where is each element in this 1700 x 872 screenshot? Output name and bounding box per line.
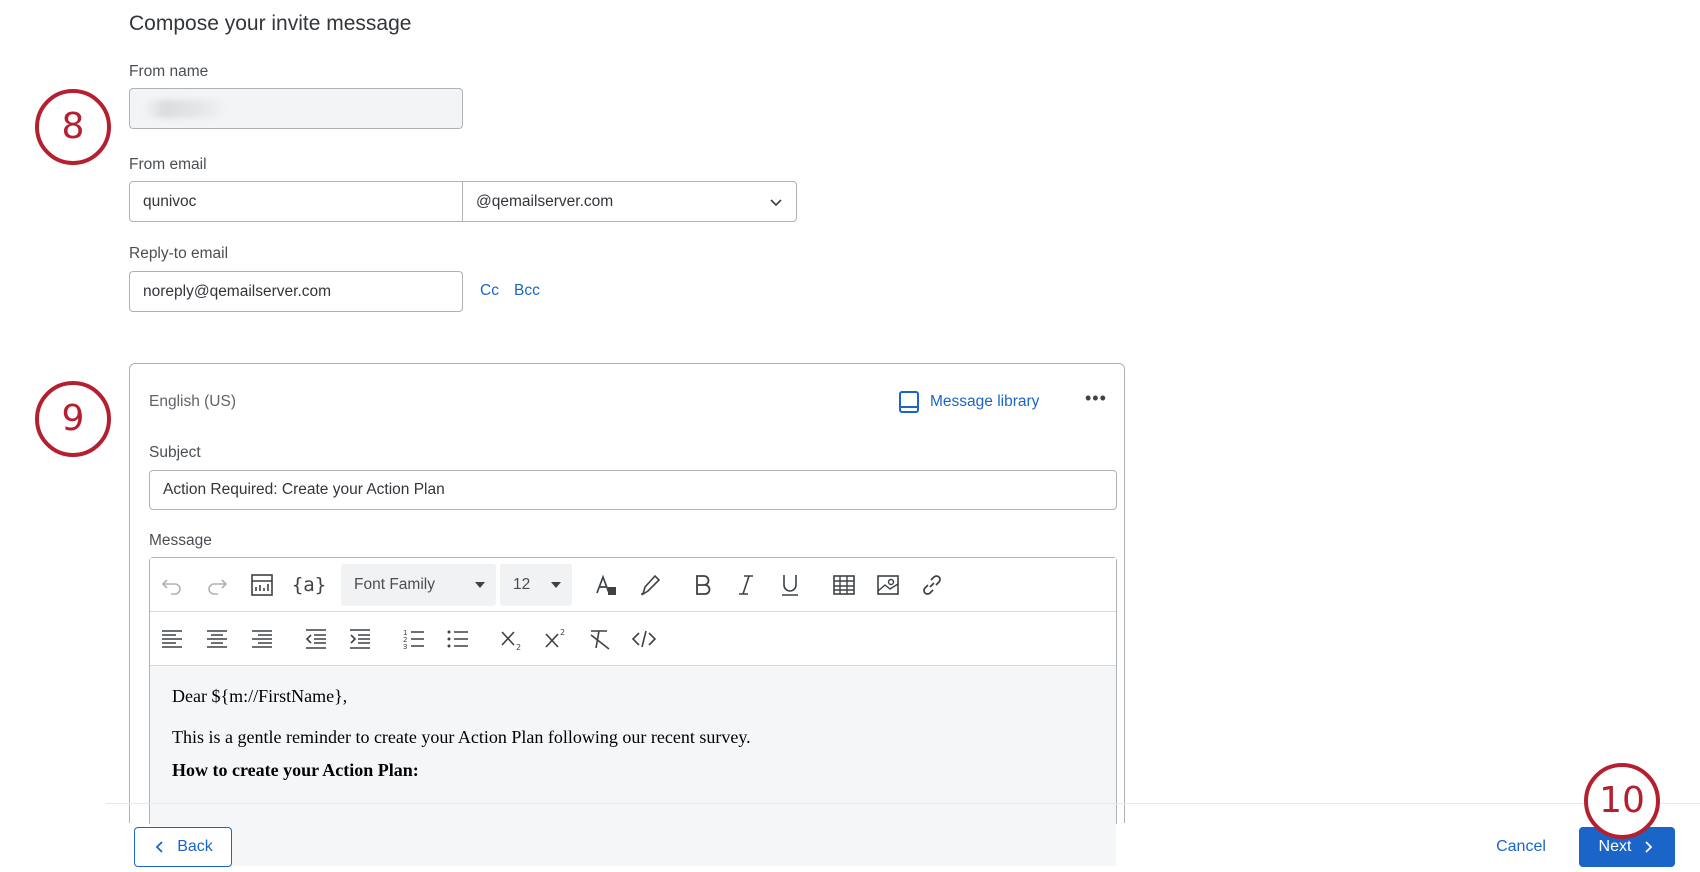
undo-icon[interactable] xyxy=(158,571,186,599)
redo-icon[interactable] xyxy=(203,571,231,599)
align-center-icon[interactable] xyxy=(203,625,231,653)
font-size-value: 12 xyxy=(513,576,531,593)
section-title: Compose your invite message xyxy=(129,12,412,35)
message-library-button[interactable]: Message library xyxy=(898,390,1039,414)
align-right-icon[interactable] xyxy=(248,625,276,653)
next-label: Next xyxy=(1598,838,1632,855)
language-label: English (US) xyxy=(149,393,236,410)
underline-icon[interactable] xyxy=(776,571,804,599)
bcc-link[interactable]: Bcc xyxy=(514,282,540,300)
chevron-left-icon xyxy=(155,841,163,853)
caret-down-icon xyxy=(475,582,485,588)
step-marker-9: 9 xyxy=(35,381,111,457)
font-color-icon[interactable] xyxy=(592,571,620,599)
bulleted-list-icon[interactable] xyxy=(444,625,472,653)
subject-input[interactable]: Action Required: Create your Action Plan xyxy=(149,470,1117,510)
chevron-right-icon xyxy=(1645,841,1653,853)
highlight-icon[interactable] xyxy=(636,571,664,599)
message-card: English (US) Message library ••• Subject… xyxy=(129,363,1125,866)
step-marker-8: 8 xyxy=(35,89,111,165)
link-icon[interactable] xyxy=(918,571,946,599)
reply-to-label: Reply-to email xyxy=(129,245,229,262)
outdent-icon[interactable] xyxy=(302,625,330,653)
book-icon xyxy=(899,391,919,413)
message-label: Message xyxy=(149,532,212,549)
chevron-down-icon xyxy=(770,199,782,207)
step-marker-10: 10 xyxy=(1584,763,1660,839)
font-family-value: Font Family xyxy=(354,576,435,593)
message-body[interactable]: Dear ${m://FirstName}, This is a gentle … xyxy=(150,666,1116,866)
source-code-icon[interactable] xyxy=(630,625,658,653)
insert-image-icon[interactable] xyxy=(874,571,902,599)
caret-down-icon xyxy=(551,582,561,588)
table-icon[interactable] xyxy=(830,571,858,599)
more-options-icon[interactable]: ••• xyxy=(1085,388,1107,409)
piped-text-icon[interactable]: {a} xyxy=(292,571,326,599)
message-editor: {a} Font Family 12 123 2 2 Dear ${m://Fi… xyxy=(149,557,1117,866)
body-heading: How to create your Action Plan: xyxy=(172,760,419,780)
domain-selected-value: @qemailserver.com xyxy=(476,193,614,210)
subscript-icon[interactable]: 2 xyxy=(498,625,526,653)
footer-divider xyxy=(106,803,1700,804)
cc-link[interactable]: Cc xyxy=(480,282,499,300)
subject-label: Subject xyxy=(149,444,201,461)
from-email-label: From email xyxy=(129,156,207,173)
message-library-label: Message library xyxy=(930,393,1040,410)
clear-format-icon[interactable] xyxy=(586,625,614,653)
cancel-button[interactable]: Cancel xyxy=(1481,827,1561,867)
svg-text:3: 3 xyxy=(403,643,407,651)
font-family-select[interactable]: Font Family xyxy=(341,564,496,606)
insert-graph-icon[interactable] xyxy=(248,571,276,599)
redacted-name xyxy=(144,100,226,118)
from-email-domain-select[interactable]: @qemailserver.com xyxy=(463,181,797,222)
indent-icon[interactable] xyxy=(346,625,374,653)
reply-to-input[interactable]: noreply@qemailserver.com xyxy=(129,271,463,312)
back-button[interactable]: Back xyxy=(134,827,232,867)
superscript-icon[interactable]: 2 xyxy=(542,625,570,653)
toolbar-row-2: 123 2 2 xyxy=(150,612,1116,666)
from-name-input[interactable] xyxy=(129,88,463,129)
align-left-icon[interactable] xyxy=(158,625,186,653)
bold-icon[interactable] xyxy=(688,571,716,599)
toolbar-row-1: {a} Font Family 12 xyxy=(150,558,1116,612)
numbered-list-icon[interactable]: 123 xyxy=(400,625,428,653)
font-size-select[interactable]: 12 xyxy=(500,564,572,606)
back-label: Back xyxy=(177,838,213,855)
from-email-local-input[interactable]: qunivoc xyxy=(129,181,463,222)
from-name-label: From name xyxy=(129,63,209,80)
svg-text:2: 2 xyxy=(516,643,521,652)
italic-icon[interactable] xyxy=(732,571,760,599)
body-line-1: This is a gentle reminder to create your… xyxy=(172,727,751,747)
body-greeting: Dear ${m://FirstName}, xyxy=(172,686,348,706)
svg-text:2: 2 xyxy=(560,628,565,637)
